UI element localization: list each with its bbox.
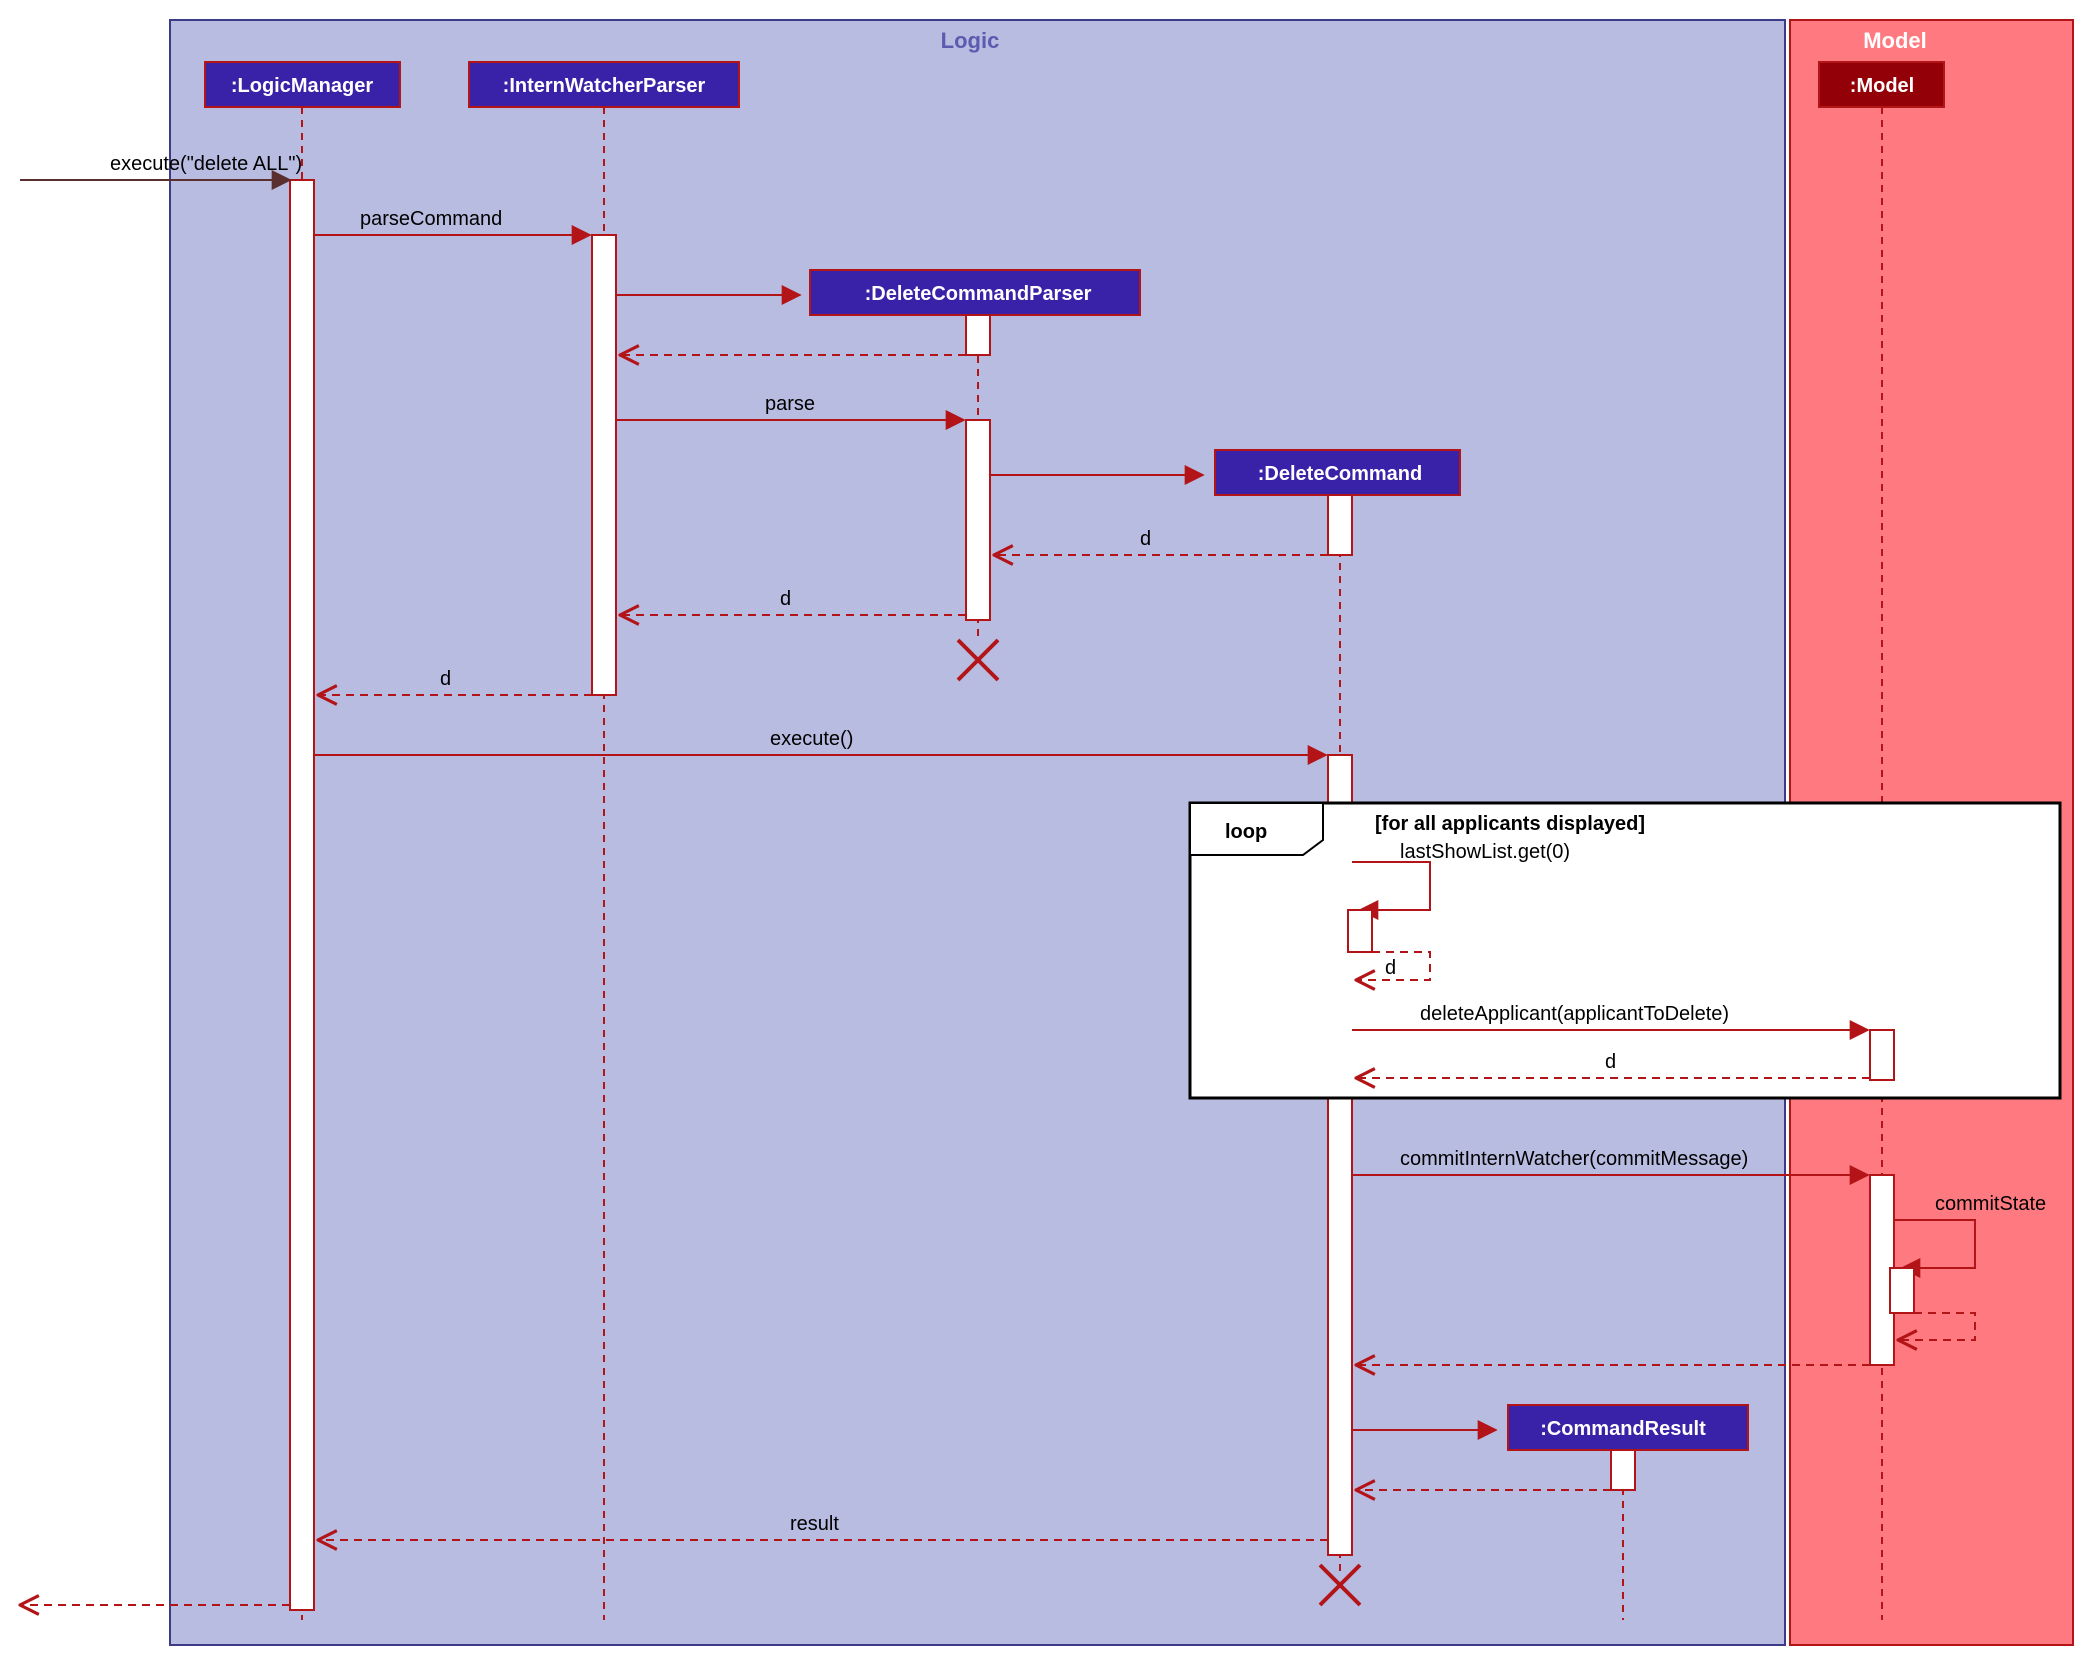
- label-execute-delete-all: execute("delete ALL"): [110, 153, 302, 175]
- label-d4: d: [1385, 957, 1396, 979]
- participant-delete-command-parser-label: :DeleteCommandParser: [865, 283, 1092, 305]
- label-commit-intern-watcher: commitInternWatcher(commitMessage): [1400, 1148, 1748, 1170]
- label-last-show-list: lastShowList.get(0): [1400, 841, 1570, 863]
- participant-delete-command-label: :DeleteCommand: [1258, 463, 1422, 485]
- activation-logic-manager: [290, 180, 314, 1610]
- label-d3: d: [440, 668, 451, 690]
- label-d2: d: [780, 588, 791, 610]
- activation-intern-watcher-parser: [592, 235, 616, 695]
- activation-self-get: [1348, 910, 1372, 952]
- package-logic-title: Logic: [941, 28, 1000, 53]
- activation-cr-create: [1611, 1450, 1635, 1490]
- label-result: result: [790, 1513, 839, 1535]
- label-d1: d: [1140, 528, 1151, 550]
- activation-model-delete: [1870, 1030, 1894, 1080]
- label-commit-state: commitState: [1935, 1193, 2046, 1215]
- participant-command-result-label: :CommandResult: [1540, 1418, 1706, 1440]
- loop-fragment: [1190, 803, 2060, 1098]
- loop-tab-label: loop: [1225, 821, 1267, 843]
- label-parse-command: parseCommand: [360, 208, 502, 230]
- label-parse: parse: [765, 393, 815, 415]
- participant-logic-manager-label: :LogicManager: [231, 75, 373, 97]
- activation-dc-create: [1328, 495, 1352, 555]
- package-model-title: Model: [1863, 28, 1927, 53]
- label-execute: execute(): [770, 728, 853, 750]
- activation-dcp-create: [966, 315, 990, 355]
- label-delete-applicant: deleteApplicant(applicantToDelete): [1420, 1003, 1729, 1025]
- participant-model-label: :Model: [1850, 75, 1914, 97]
- loop-guard: [for all applicants displayed]: [1375, 813, 1645, 835]
- activation-model-commit-state: [1890, 1268, 1914, 1313]
- participant-intern-watcher-parser-label: :InternWatcherParser: [503, 75, 706, 97]
- activation-dcp-parse: [966, 420, 990, 620]
- label-d5: d: [1605, 1051, 1616, 1073]
- sequence-diagram: Logic Model :LogicManager :InternWatcher…: [0, 0, 2084, 1677]
